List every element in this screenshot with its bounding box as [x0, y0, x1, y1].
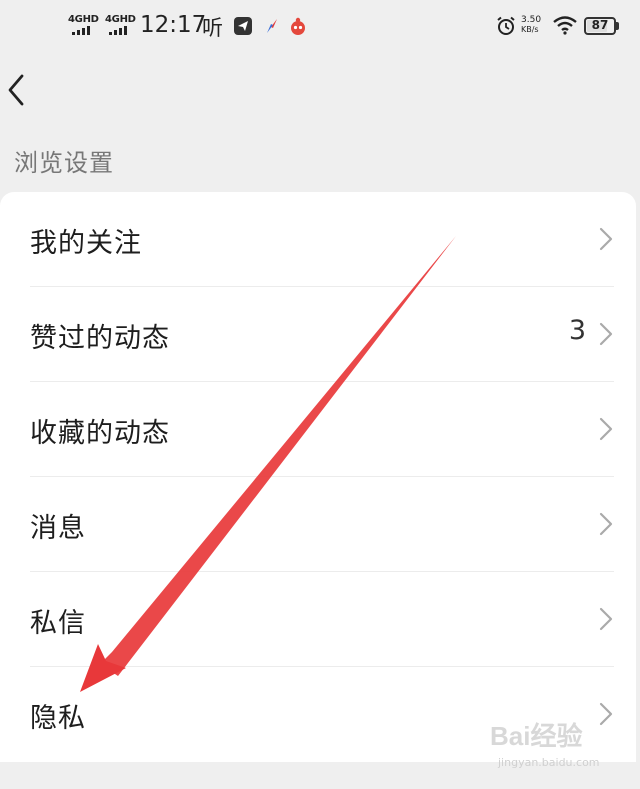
menu-item-label: 隐私: [30, 703, 86, 734]
back-button[interactable]: [4, 70, 34, 110]
battery-level: 87: [591, 18, 609, 32]
mascot-app-icon: [291, 17, 305, 35]
signal-bars-icon: [72, 26, 98, 35]
menu-item-following[interactable]: 我的关注: [0, 192, 636, 287]
paper-plane-app-icon: [234, 17, 252, 35]
menu-item-label: 赞过的动态: [30, 323, 170, 354]
chevron-right-icon: [599, 227, 613, 251]
settings-list: 我的关注 赞过的动态 3 收藏的动态 消息 私信 隐私: [0, 192, 636, 762]
baidu-watermark: Bai经验 jingyan.baidu.com: [490, 716, 630, 776]
signal-2-label: 4GHD: [105, 14, 136, 25]
menu-item-saved-posts[interactable]: 收藏的动态: [0, 382, 636, 477]
clock: 12:17: [140, 12, 207, 38]
section-title: 浏览设置: [14, 149, 114, 177]
menu-item-label: 私信: [30, 608, 86, 639]
signal-1-label: 4GHD: [68, 14, 99, 25]
chevron-right-icon: [599, 512, 613, 536]
alarm-clock-icon: [497, 16, 515, 35]
signal-1: 4GHD: [66, 14, 100, 36]
chevron-left-icon: [8, 74, 24, 106]
menu-item-liked-posts[interactable]: 赞过的动态 3: [0, 287, 636, 382]
network-speed: 3.50 KB/s: [521, 15, 541, 35]
network-speed-unit: KB/s: [521, 25, 539, 34]
menu-item-direct-messages[interactable]: 私信: [0, 572, 636, 667]
menu-item-count: 3: [568, 315, 586, 346]
signal-bars-icon: [109, 26, 135, 35]
compass-app-icon: [267, 19, 277, 33]
menu-item-messages[interactable]: 消息: [0, 477, 636, 572]
menu-item-label: 收藏的动态: [30, 418, 170, 449]
menu-item-label: 我的关注: [30, 228, 142, 259]
chevron-right-icon: [599, 607, 613, 631]
network-speed-value: 3.50: [521, 15, 542, 25]
wifi-icon: [553, 16, 577, 35]
watermark-site: jingyan.baidu.com: [498, 756, 600, 769]
watermark-brand: Bai经验: [490, 721, 583, 751]
listen-indicator: 听: [202, 16, 223, 40]
menu-item-label: 消息: [30, 513, 86, 544]
battery-indicator: 87: [584, 17, 622, 37]
status-bar: 4GHD 4GHD 12:17 听 3.50 KB/s 87: [0, 0, 640, 56]
chevron-right-icon: [599, 322, 613, 346]
chevron-right-icon: [599, 417, 613, 441]
signal-2: 4GHD: [103, 14, 137, 36]
